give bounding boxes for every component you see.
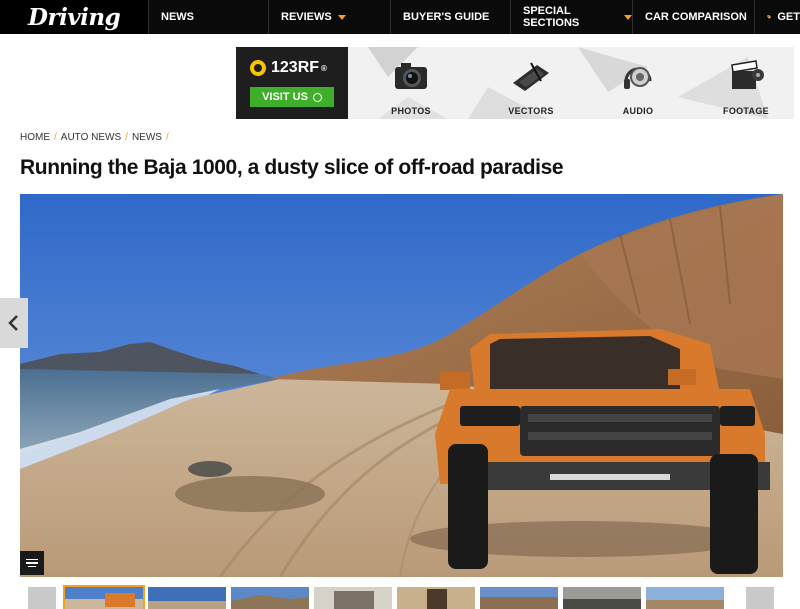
ad-category-vectors[interactable]: VECTORS	[486, 59, 576, 119]
breadcrumb-home[interactable]: HOME	[20, 132, 50, 143]
gallery-thumbnail[interactable]	[148, 587, 226, 609]
nav-get[interactable]: GET	[754, 0, 800, 34]
headphones-icon	[624, 67, 652, 89]
gallery-thumbnail[interactable]	[646, 587, 724, 609]
breadcrumb-news[interactable]: NEWS	[132, 132, 162, 143]
clapperboard-icon	[731, 60, 764, 89]
gallery-thumbnail[interactable]	[563, 587, 641, 609]
gallery-thumbnails	[20, 583, 783, 609]
thumbs-prev-button[interactable]	[28, 587, 56, 609]
camera-icon	[395, 63, 427, 89]
price-tag-icon	[767, 15, 772, 19]
nav-reviews[interactable]: REVIEWS	[268, 0, 390, 34]
gallery-main-image[interactable]	[20, 194, 783, 577]
top-nav: Driving NEWS REVIEWS BUYER'S GUIDE SPECI…	[0, 0, 800, 34]
chevron-left-icon	[8, 315, 18, 331]
breadcrumb-auto-news[interactable]: AUTO NEWS	[61, 132, 121, 143]
ad-category-footage[interactable]: FOOTAGE	[701, 59, 791, 119]
arrow-circle-icon	[312, 92, 322, 102]
visit-us-button[interactable]: VISIT US	[250, 87, 334, 107]
site-logo[interactable]: Driving	[0, 0, 148, 34]
brand-mark-icon	[250, 60, 266, 76]
drawing-tablet-icon	[513, 62, 549, 91]
ad-brand-logo: 123RF ®	[250, 59, 327, 77]
gallery-thumbnail[interactable]	[314, 587, 392, 609]
gallery-thumbnail[interactable]	[397, 587, 475, 609]
ad-category-photos[interactable]: PHOTOS	[366, 59, 456, 119]
gallery-thumbnail[interactable]	[63, 585, 145, 609]
chevron-down-icon	[337, 14, 346, 20]
nav-car-comparison[interactable]: CAR COMPARISON	[632, 0, 754, 34]
gallery-prev-button[interactable]	[0, 298, 28, 348]
gallery-thumbnail[interactable]	[480, 587, 558, 609]
gallery-thumbnail[interactable]	[231, 587, 309, 609]
ad-brand-panel: 123RF ® VISIT US	[236, 47, 348, 119]
breadcrumb: HOME / AUTO NEWS / NEWS /	[20, 132, 169, 143]
nav-buyers-guide[interactable]: BUYER'S GUIDE	[390, 0, 510, 34]
nav-special-sections[interactable]: SPECIAL SECTIONS	[510, 0, 632, 34]
caption-toggle-button[interactable]	[20, 551, 44, 575]
hero-photo	[20, 194, 783, 577]
nav-news[interactable]: NEWS	[148, 0, 268, 34]
chevron-down-icon	[624, 14, 632, 20]
ad-banner[interactable]: 123RF ® VISIT US PHOTOS VECTORS AUDIO FO…	[236, 47, 794, 119]
thumbs-next-button[interactable]	[746, 587, 774, 609]
article-title: Running the Baja 1000, a dusty slice of …	[20, 156, 564, 179]
ad-category-audio[interactable]: AUDIO	[593, 59, 683, 119]
